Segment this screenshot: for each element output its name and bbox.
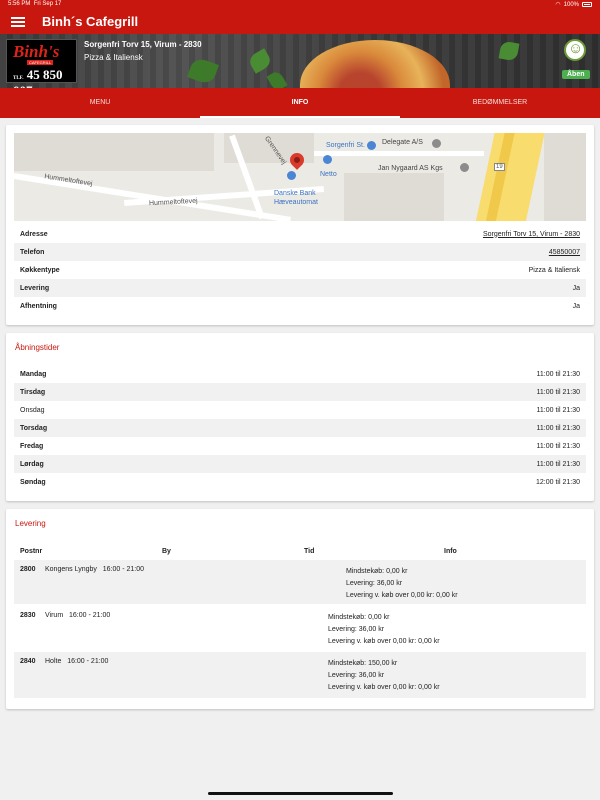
map-label: Netto xyxy=(320,171,337,178)
col-tid: Tid xyxy=(304,548,315,555)
restaurant-info: Sorgenfri Torv 15, Virum - 2830 Pizza & … xyxy=(84,40,202,62)
phone-link[interactable]: 45850007 xyxy=(549,249,580,256)
hours-row: Lørdag 11:00 til 21:30 xyxy=(14,455,586,473)
delivery-card: Levering Postnr By Tid Info 2800 Kongens… xyxy=(6,509,594,709)
col-postnr: Postnr xyxy=(20,548,43,555)
train-icon xyxy=(367,141,376,150)
tab-reviews[interactable]: BEDØMMELSER xyxy=(400,88,600,118)
info-row-cuisine: Køkkentype Pizza & Italiensk xyxy=(20,266,580,274)
delivery-row: 2840 Holte 16:00 - 21:00 Mindstekøb: 150… xyxy=(14,652,586,698)
map-label: Danske Bank xyxy=(274,190,316,197)
info-list: Adresse Sorgenfri Torv 15, Virum - 2830 T… xyxy=(14,225,586,315)
hours-row: Søndag 12:00 til 21:30 xyxy=(20,478,580,486)
status-bar: 5:56 PM Fri Sep 17 ◠ 100% xyxy=(0,0,600,10)
app-title: Binh´s Cafegrill xyxy=(42,14,139,29)
info-row-address: Adresse Sorgenfri Torv 15, Virum - 2830 xyxy=(20,230,580,238)
map-label: Sorgenfri St. xyxy=(326,142,365,149)
battery-icon xyxy=(582,2,592,7)
delivery-title: Levering xyxy=(15,519,46,528)
info-card: Hummeltoftevej Hummeltoftevej Grennevej … xyxy=(6,125,594,325)
map-label: Jan Nygaard AS Kgs xyxy=(378,165,443,172)
tab-bar: MENU INFO BEDØMMELSER xyxy=(0,88,600,118)
opening-hours-list: Mandag 11:00 til 21:30 Tirsdag 11:00 til 2… xyxy=(14,365,586,491)
bank-icon xyxy=(287,171,296,180)
opening-hours-title: Åbningstider xyxy=(15,343,60,352)
map-label: Delegate A/S xyxy=(382,139,423,146)
info-row-delivery: Levering Ja xyxy=(14,279,586,297)
home-indicator[interactable] xyxy=(208,792,393,795)
tab-info[interactable]: INFO xyxy=(200,88,400,118)
hours-row: Torsdag 11:00 til 21:30 xyxy=(14,419,586,437)
place-icon xyxy=(460,163,469,172)
delivery-row: 2830 Virum 16:00 - 21:00 Mindstekøb: 0,0… xyxy=(20,612,440,645)
info-row-phone: Telefon 45850007 xyxy=(14,243,586,261)
status-time: 5:56 PM Fri Sep 17 xyxy=(8,1,62,7)
place-icon xyxy=(432,139,441,148)
info-row-pickup: Afhentning Ja xyxy=(20,302,580,310)
hours-row: Fredag 11:00 til 21:30 xyxy=(20,442,580,450)
delivery-table-header: Postnr By Tid Info xyxy=(14,545,586,559)
app-bar: Binh´s Cafegrill xyxy=(0,10,600,34)
restaurant-header: Binh's CAFEGRILL TLF. 45 850 007 Sorgenf… xyxy=(0,34,600,88)
hours-row: Mandag 11:00 til 21:30 xyxy=(20,370,580,378)
shop-icon xyxy=(323,155,332,164)
col-info: Info xyxy=(444,548,457,555)
open-status-badge: Åben xyxy=(562,70,590,79)
restaurant-logo: Binh's CAFEGRILL TLF. 45 850 007 xyxy=(6,39,77,88)
hours-row: Tirsdag 11:00 til 21:30 xyxy=(14,383,586,401)
restaurant-cuisine: Pizza & Italiensk xyxy=(84,53,143,62)
menu-icon[interactable] xyxy=(11,15,25,29)
address-link[interactable]: Sorgenfri Torv 15, Virum - 2830 xyxy=(483,231,580,238)
col-by: By xyxy=(162,548,171,555)
smiley-rating-icon[interactable] xyxy=(564,39,586,61)
location-map[interactable]: Hummeltoftevej Hummeltoftevej Grennevej … xyxy=(14,133,586,221)
opening-hours-card: Åbningstider Mandag 11:00 til 21:30 Tirsd… xyxy=(6,333,594,501)
battery-percent: 100% xyxy=(563,1,579,8)
status-right: ◠ 100% xyxy=(555,1,592,8)
delivery-row: 2800 Kongens Lyngby 16:00 - 21:00 Mindst… xyxy=(14,560,586,604)
map-label: Hæveautomat xyxy=(274,199,318,206)
road-number: 19 xyxy=(494,163,505,171)
wifi-icon: ◠ xyxy=(555,2,561,8)
restaurant-address: Sorgenfri Torv 15, Virum - 2830 xyxy=(84,40,202,49)
hours-row: Onsdag 11:00 til 21:30 xyxy=(20,406,580,414)
tab-menu[interactable]: MENU xyxy=(0,88,200,118)
